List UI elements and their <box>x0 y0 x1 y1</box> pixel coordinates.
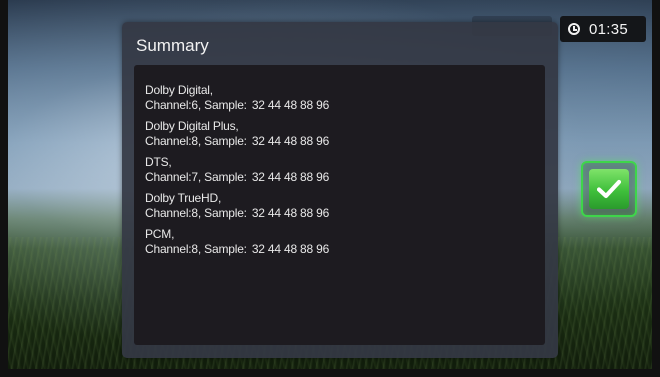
sample-rates: 32 44 48 88 96 <box>251 205 330 220</box>
channel-sample-label: Channel:8, Sample: <box>145 205 247 220</box>
screen-edge-left <box>0 0 8 377</box>
codec-name: Dolby Digital Plus, <box>145 119 239 133</box>
audio-capabilities-list: Dolby Digital, Channel:6, Sample: 32 44 4… <box>134 65 545 345</box>
codec-details: Channel:8, Sample: 32 44 48 88 96 <box>145 242 545 257</box>
codec-details: Channel:7, Sample: 32 44 48 88 96 <box>145 170 545 185</box>
screen-edge-right <box>652 0 660 377</box>
codec-details: Channel:6, Sample: 32 44 48 88 96 <box>145 98 545 113</box>
sample-rates: 32 44 48 88 96 <box>251 133 330 148</box>
channel-sample-label: Channel:8, Sample: <box>145 241 247 256</box>
confirm-button-face <box>589 169 629 209</box>
list-item: Dolby Digital Plus, Channel:8, Sample: 32… <box>145 119 545 148</box>
codec-details: Channel:8, Sample: 32 44 48 88 96 <box>145 134 545 149</box>
codec-details: Channel:8, Sample: 32 44 48 88 96 <box>145 206 545 221</box>
sample-rates: 32 44 48 88 96 <box>251 169 330 184</box>
list-item: PCM, Channel:8, Sample: 32 44 48 88 96 <box>145 227 545 256</box>
clock-time: 01:35 <box>589 20 629 38</box>
codec-name: DTS, <box>145 155 172 169</box>
channel-sample-label: Channel:6, Sample: <box>145 97 247 112</box>
confirm-button[interactable] <box>581 161 637 217</box>
channel-sample-label: Channel:7, Sample: <box>145 169 247 184</box>
list-item: Dolby TrueHD, Channel:8, Sample: 32 44 48… <box>145 191 545 220</box>
codec-name: PCM, <box>145 227 175 241</box>
clock-icon <box>568 23 580 35</box>
list-item: Dolby Digital, Channel:6, Sample: 32 44 4… <box>145 83 545 112</box>
sample-rates: 32 44 48 88 96 <box>251 97 330 112</box>
codec-name: Dolby Digital, <box>145 83 213 97</box>
codec-name: Dolby TrueHD, <box>145 191 222 205</box>
channel-sample-label: Channel:8, Sample: <box>145 133 247 148</box>
checkmark-icon <box>597 179 621 199</box>
list-item: DTS, Channel:7, Sample: 32 44 48 88 96 <box>145 155 545 184</box>
clock-display: 01:35 <box>560 16 646 42</box>
dialog-title: Summary <box>136 36 209 55</box>
tv-screen: 01:35 Summary Dolby Digital, Channel:6, … <box>0 0 660 377</box>
screen-edge-bottom <box>0 369 660 377</box>
sample-rates: 32 44 48 88 96 <box>251 241 330 256</box>
summary-dialog: Summary Dolby Digital, Channel:6, Sample… <box>122 22 558 358</box>
